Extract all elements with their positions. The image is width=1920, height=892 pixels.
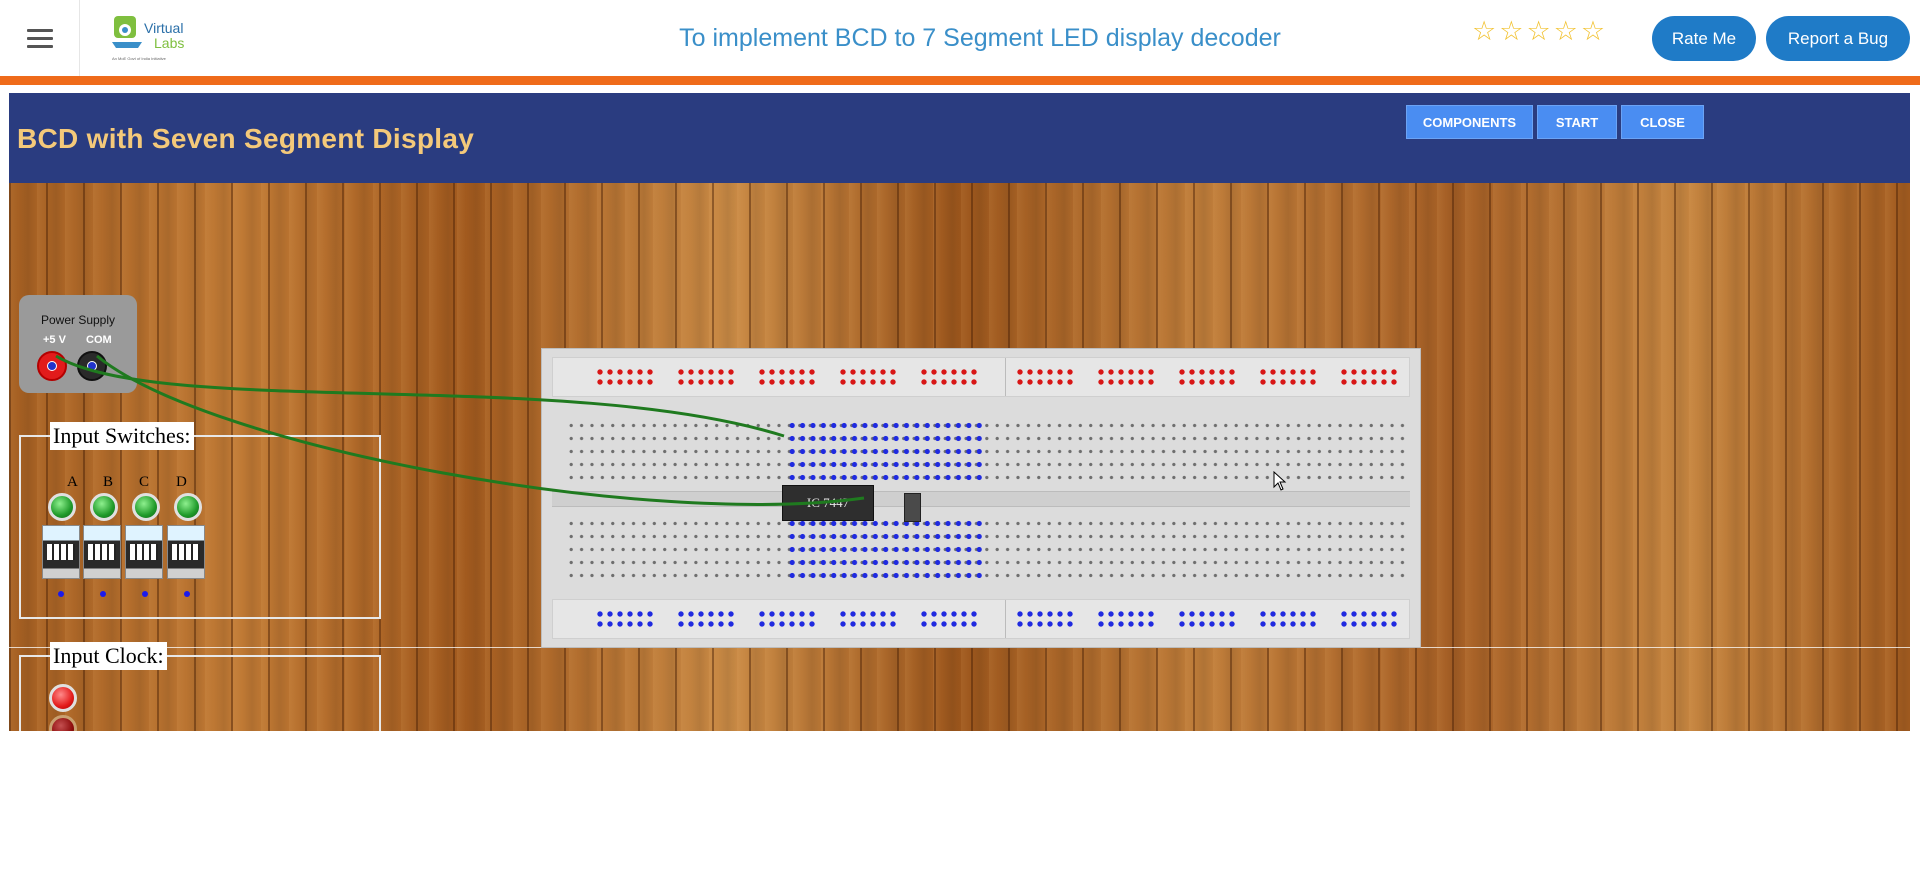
top-bar: Virtual Labs An MoE Govt of India Initia… (0, 0, 1920, 76)
report-bug-button[interactable]: Report a Bug (1766, 16, 1910, 61)
rail-holes[interactable] (1015, 367, 1077, 387)
rail-holes[interactable] (1258, 609, 1320, 629)
common-terminal-label: COM (86, 334, 112, 346)
rail-holes[interactable] (1177, 367, 1239, 387)
simulator: BCD with Seven Segment Display COMPONENT… (9, 93, 1910, 731)
rail-holes[interactable] (838, 367, 900, 387)
power-supply[interactable]: Power Supply +5 V COM (19, 295, 137, 393)
positive-terminal[interactable] (37, 351, 67, 381)
page-title: To implement BCD to 7 Segment LED displa… (679, 24, 1281, 52)
switch-led-b (90, 493, 118, 521)
switch-label-d: D (176, 474, 187, 490)
power-rail-bottom[interactable] (552, 599, 1410, 639)
switch-output-a[interactable] (58, 591, 64, 597)
rail-holes[interactable] (919, 609, 981, 629)
switch-label-b: B (103, 474, 114, 490)
input-clock-legend: Input Clock: (50, 642, 167, 670)
logo-text-2: Labs (154, 35, 184, 51)
rate-me-button[interactable]: Rate Me (1652, 16, 1756, 61)
rail-holes[interactable] (676, 609, 738, 629)
terminal-hole (47, 361, 57, 371)
common-terminal[interactable] (77, 351, 107, 381)
switch-label-a: A (67, 474, 78, 490)
star-icon[interactable]: ☆ (1526, 18, 1550, 45)
switch-led-d (174, 493, 202, 521)
logo-text-1: Virtual (144, 20, 183, 36)
rail-holes[interactable] (757, 609, 819, 629)
switch-led-a (48, 493, 76, 521)
positive-terminal-label: +5 V (43, 334, 66, 346)
start-button[interactable]: START (1537, 105, 1617, 139)
rail-holes[interactable] (1096, 367, 1158, 387)
header-divider (0, 76, 1920, 85)
hamburger-icon (26, 24, 53, 53)
rail-holes[interactable] (1096, 609, 1158, 629)
terminal-holes-bottom[interactable] (566, 517, 1410, 583)
simulator-header: BCD with Seven Segment Display COMPONENT… (9, 93, 1910, 183)
input-switch-a[interactable] (42, 525, 80, 579)
rail-holes[interactable] (838, 609, 900, 629)
rail-holes[interactable] (676, 367, 738, 387)
rail-holes[interactable] (1339, 609, 1401, 629)
rail-holes[interactable] (1177, 609, 1239, 629)
switch-led-c (132, 493, 160, 521)
input-switches-panel: Input Switches: A B C D (19, 422, 381, 619)
rail-holes[interactable] (1258, 367, 1320, 387)
input-switch-b[interactable] (83, 525, 121, 579)
rail-holes[interactable] (595, 609, 657, 629)
rating-stars[interactable]: ☆ ☆ ☆ ☆ ☆ (1472, 18, 1605, 45)
component-chip[interactable] (904, 493, 921, 522)
terminal-strips[interactable] (552, 405, 1410, 589)
highlighted-holes-top[interactable] (787, 419, 985, 485)
star-icon[interactable]: ☆ (1554, 18, 1578, 45)
components-button[interactable]: COMPONENTS (1406, 105, 1533, 139)
star-icon[interactable]: ☆ (1581, 18, 1605, 45)
terminal-hole (87, 361, 97, 371)
rail-holes[interactable] (595, 367, 657, 387)
power-rail-top[interactable] (552, 357, 1410, 397)
switch-label-c: C (139, 474, 150, 490)
rail-holes[interactable] (919, 367, 981, 387)
virtual-labs-logo[interactable]: Virtual Labs An MoE Govt of India Initia… (108, 12, 204, 64)
cursor-icon (1273, 471, 1287, 491)
breadboard[interactable]: IC 7447 (541, 348, 1421, 648)
switch-output-d[interactable] (184, 591, 190, 597)
power-supply-label: Power Supply (40, 313, 116, 327)
rail-holes[interactable] (1015, 609, 1077, 629)
simulator-title: BCD with Seven Segment Display (17, 123, 475, 154)
input-switch-c[interactable] (125, 525, 163, 579)
logo-tagline: An MoE Govt of India Initiative (112, 56, 167, 61)
input-switch-d[interactable] (167, 525, 205, 579)
switch-output-b[interactable] (100, 591, 106, 597)
star-icon[interactable]: ☆ (1472, 18, 1496, 45)
workbench-area: Power Supply +5 V COM Input Switches: A … (9, 183, 1910, 731)
highlighted-holes-bottom[interactable] (787, 517, 985, 583)
input-switches-legend: Input Switches: (50, 422, 194, 450)
rail-holes[interactable] (1339, 367, 1401, 387)
clock-button[interactable] (49, 684, 77, 712)
ic-7447-chip[interactable]: IC 7447 (782, 485, 874, 521)
close-button[interactable]: CLOSE (1621, 105, 1704, 139)
rail-holes[interactable] (757, 367, 819, 387)
switch-output-c[interactable] (142, 591, 148, 597)
star-icon[interactable]: ☆ (1499, 18, 1523, 45)
center-channel (552, 491, 1410, 507)
hamburger-menu-button[interactable] (0, 0, 80, 76)
